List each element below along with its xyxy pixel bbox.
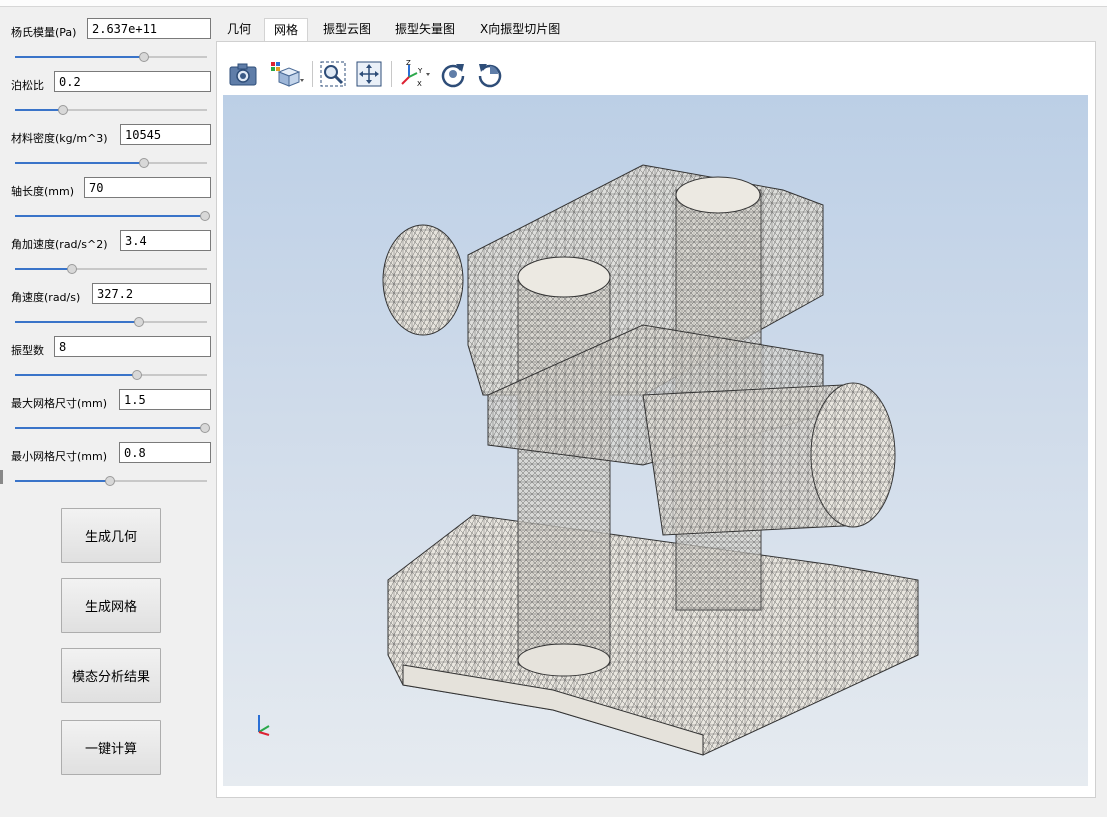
slider-handle[interactable] <box>139 158 150 168</box>
mode-count-input[interactable] <box>54 336 211 357</box>
slider-handle[interactable] <box>139 52 150 62</box>
param-label: 最小网格尺寸(mm) <box>11 450 108 463</box>
angular-velocity-slider[interactable] <box>15 317 207 327</box>
param-min-mesh-size: 最小网格尺寸(mm) <box>0 438 216 491</box>
svg-text:Z: Z <box>406 59 411 67</box>
youngs-modulus-slider[interactable] <box>15 52 207 62</box>
tab-mesh[interactable]: 网格 <box>264 18 309 41</box>
tab-x-mode-slice[interactable]: X向振型切片图 <box>471 18 569 40</box>
generate-geometry-button[interactable]: 生成几何 <box>61 508 161 563</box>
max-mesh-size-slider[interactable] <box>15 423 210 433</box>
svg-text:Y: Y <box>417 67 423 75</box>
toolbar-separator <box>312 61 313 87</box>
rotate-ccw-icon[interactable] <box>475 59 505 89</box>
slider-handle[interactable] <box>57 105 68 115</box>
mode-count-slider[interactable] <box>15 370 207 380</box>
modal-results-button[interactable]: 模态分析结果 <box>61 648 161 703</box>
min-mesh-size-slider[interactable] <box>15 476 207 486</box>
param-label: 角速度(rad/s) <box>11 291 81 304</box>
viewer-toolbar: Z Y X <box>223 53 1088 95</box>
fit-all-icon[interactable] <box>354 59 384 89</box>
max-mesh-size-input[interactable] <box>119 389 211 410</box>
youngs-modulus-input[interactable] <box>87 18 211 39</box>
view-tabs: 几何 网格 振型云图 振型矢量图 X向振型切片图 <box>216 15 1096 41</box>
rotate-cw-icon[interactable] <box>438 59 468 89</box>
param-label: 最大网格尺寸(mm) <box>11 397 108 410</box>
slider-handle[interactable] <box>105 476 115 486</box>
param-label: 杨氏模量(Pa) <box>11 26 77 39</box>
3d-viewport[interactable] <box>223 95 1088 786</box>
slider-handle[interactable] <box>133 317 144 327</box>
one-click-compute-button[interactable]: 一键计算 <box>61 720 161 775</box>
angular-velocity-input[interactable] <box>92 283 211 304</box>
param-label: 轴长度(mm) <box>11 185 75 198</box>
param-max-mesh-size: 最大网格尺寸(mm) <box>0 385 216 438</box>
axis-triad-icon <box>258 715 270 736</box>
tab-mode-vector[interactable]: 振型矢量图 <box>386 18 464 40</box>
slider-handle[interactable] <box>131 370 142 380</box>
poisson-ratio-input[interactable] <box>54 71 211 92</box>
param-density: 材料密度(kg/m^3) <box>0 120 216 173</box>
tab-geometry[interactable]: 几何 <box>218 18 260 40</box>
poisson-ratio-slider[interactable] <box>15 105 207 115</box>
mesh-part <box>382 164 919 756</box>
window-top-edge <box>0 0 1107 7</box>
min-mesh-size-input[interactable] <box>119 442 211 463</box>
param-label: 泊松比 <box>11 79 44 92</box>
param-youngs-modulus: 杨氏模量(Pa) <box>0 14 216 67</box>
param-shaft-length: 轴长度(mm) <box>0 173 216 226</box>
angular-acceleration-slider[interactable] <box>15 264 207 274</box>
density-slider[interactable] <box>15 158 207 168</box>
shaft-length-slider[interactable] <box>15 211 210 221</box>
density-input[interactable] <box>120 124 211 145</box>
angular-acceleration-input[interactable] <box>120 230 211 251</box>
slider-handle[interactable] <box>200 211 210 221</box>
param-angular-acceleration: 角加速度(rad/s^2) <box>0 226 216 279</box>
param-label: 材料密度(kg/m^3) <box>11 132 108 145</box>
slider-handle[interactable] <box>200 423 210 433</box>
window-edge-marker <box>0 470 3 484</box>
axes-orientation-icon[interactable]: Z Y X <box>397 59 433 89</box>
param-angular-velocity: 角速度(rad/s) <box>0 279 216 332</box>
mesh-model <box>258 164 919 756</box>
param-mode-count: 振型数 <box>0 332 216 385</box>
svg-text:X: X <box>417 80 422 88</box>
generate-mesh-button[interactable]: 生成网格 <box>61 578 161 633</box>
param-poisson-ratio: 泊松比 <box>0 67 216 120</box>
param-label: 角加速度(rad/s^2) <box>11 238 108 251</box>
camera-icon[interactable] <box>228 59 258 89</box>
shaft-length-input[interactable] <box>84 177 211 198</box>
param-label: 振型数 <box>11 344 44 357</box>
slider-handle[interactable] <box>67 264 77 274</box>
toolbar-separator <box>391 61 392 87</box>
tab-mode-contour[interactable]: 振型云图 <box>314 18 380 40</box>
zoom-box-icon[interactable] <box>318 59 348 89</box>
view-cube-icon[interactable] <box>269 59 305 89</box>
